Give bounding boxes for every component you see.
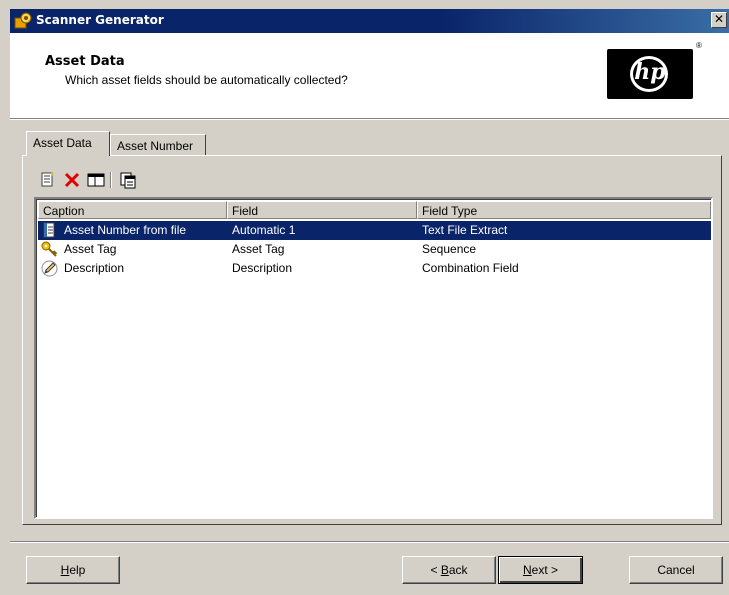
next-label-rest: ext >	[531, 563, 559, 577]
back-label-rest: ack	[448, 563, 468, 577]
row-caption: Description	[64, 261, 125, 275]
row-field: Automatic 1	[232, 223, 296, 237]
list-row[interactable]: Description Description Combination Fiel…	[38, 259, 711, 278]
delete-icon	[64, 172, 80, 188]
asset-fields-list[interactable]: Caption Field Field Type Asset Number fr…	[34, 197, 713, 519]
window-title: Scanner Generator	[36, 13, 164, 27]
registered-mark: ®	[696, 41, 702, 50]
toolbar-separator	[110, 172, 112, 188]
copy-icon	[120, 172, 136, 189]
column-header-field-type[interactable]: Field Type	[417, 201, 711, 219]
row-caption: Asset Number from file	[64, 223, 187, 237]
scanner-generator-window: Scanner Generator ✕ Asset Data Which ass…	[0, 0, 729, 595]
properties-icon	[87, 173, 105, 187]
page-title: Asset Data	[45, 54, 125, 69]
pencil-icon	[41, 260, 58, 277]
close-button[interactable]: ✕	[711, 12, 727, 28]
column-header-caption[interactable]: Caption	[38, 201, 227, 219]
title-bar[interactable]: Scanner Generator ✕	[10, 9, 729, 33]
copy-button[interactable]	[118, 170, 138, 190]
next-label-hotkey: N	[522, 563, 532, 577]
row-field-type: Combination Field	[422, 261, 519, 275]
delete-button[interactable]	[62, 170, 82, 190]
list-row[interactable]: Asset Number from file Automatic 1 Text …	[38, 221, 711, 240]
properties-button[interactable]	[86, 170, 106, 190]
row-caption: Asset Tag	[64, 242, 117, 256]
hp-logo: hp	[607, 49, 693, 99]
wizard-header: Asset Data Which asset fields should be …	[10, 33, 729, 118]
list-header: Caption Field Field Type	[38, 201, 711, 219]
back-label-hotkey: B	[440, 563, 449, 577]
help-label-rest: elp	[69, 563, 86, 577]
close-icon: ✕	[713, 12, 725, 26]
row-field: Asset Tag	[232, 242, 285, 256]
new-field-button[interactable]	[38, 170, 58, 190]
footer-divider	[10, 541, 729, 543]
new-field-icon	[41, 172, 54, 187]
text-file-icon	[43, 222, 55, 238]
cancel-button[interactable]: Cancel	[629, 556, 723, 584]
page-subtitle: Which asset fields should be automatical…	[65, 73, 348, 87]
tab-asset-number[interactable]: Asset Number	[110, 134, 206, 155]
column-header-field[interactable]: Field	[227, 201, 417, 219]
header-divider	[10, 118, 729, 120]
back-button[interactable]: < Back	[402, 556, 496, 584]
row-field-type: Sequence	[422, 242, 477, 256]
list-row[interactable]: Asset Tag Asset Tag Sequence	[38, 240, 711, 259]
row-field: Description	[232, 261, 293, 275]
row-field-type: Text File Extract	[422, 223, 508, 237]
hp-logo-text: hp	[634, 59, 666, 85]
app-icon	[14, 12, 32, 29]
key-icon	[41, 241, 58, 257]
tab-asset-data[interactable]: Asset Data	[26, 131, 110, 156]
next-button[interactable]: Next >	[498, 556, 583, 584]
back-label-prefix: <	[430, 563, 441, 577]
help-button[interactable]: Help	[26, 556, 120, 584]
